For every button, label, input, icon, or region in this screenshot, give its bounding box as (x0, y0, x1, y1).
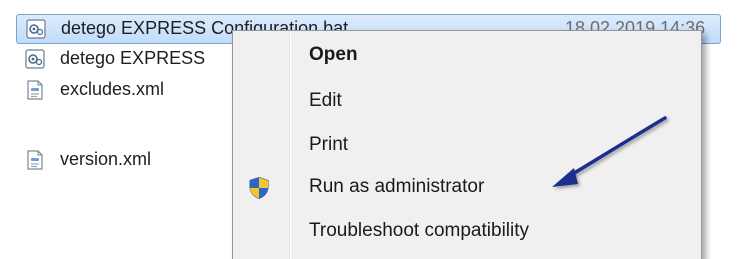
explorer-window: detego EXPRESS Configuration.bat 18.02.2… (0, 0, 737, 259)
annotation-arrow-icon (552, 116, 667, 187)
